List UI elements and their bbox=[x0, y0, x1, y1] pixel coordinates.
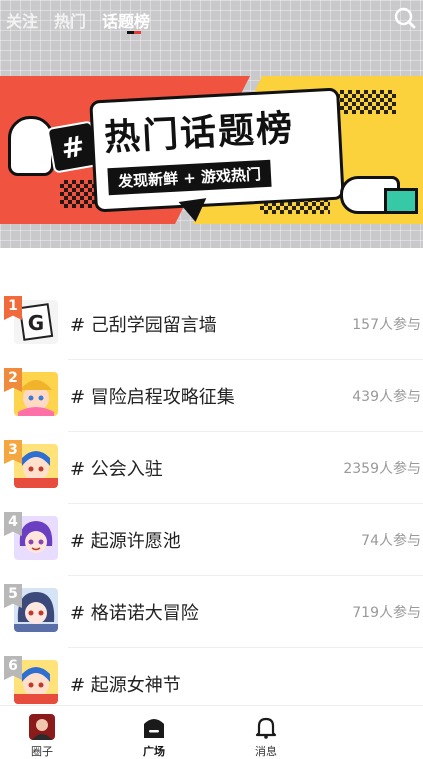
nav-item-circle[interactable]: 圈子 bbox=[12, 714, 72, 759]
tab-hot[interactable]: 热门 bbox=[54, 8, 86, 32]
topic-name: # 公会入驻 bbox=[70, 459, 163, 480]
nav-label: 广场 bbox=[143, 745, 165, 758]
hot-topics-poster: # 热门话题榜 发现新鲜 + 游戏热门 bbox=[0, 76, 423, 224]
nav-item-plaza[interactable]: 广场 bbox=[124, 714, 184, 759]
topic-name: # 起源女神节 bbox=[70, 675, 181, 696]
svg-text:G: G bbox=[28, 311, 44, 335]
rank-badge: 6 bbox=[4, 656, 22, 680]
tab-topic-ranking[interactable]: 话题榜 bbox=[102, 8, 150, 32]
rank-badge: 1 bbox=[4, 296, 22, 320]
topic-participant-count: 439人参与 bbox=[352, 389, 421, 405]
checker-pattern bbox=[336, 90, 396, 114]
rank-badge: 3 bbox=[4, 440, 22, 464]
nav-label: 消息 bbox=[255, 745, 277, 758]
bell-icon bbox=[253, 714, 279, 740]
poster-title: 热门话题榜 bbox=[103, 108, 296, 159]
topic-name: # 起源许愿池 bbox=[70, 531, 181, 552]
topic-row[interactable]: 2 # 冒险启程攻略征集 439人参与 bbox=[0, 360, 423, 432]
topic-name: # 冒险启程攻略征集 bbox=[70, 387, 235, 408]
nav-item-messages[interactable]: 消息 bbox=[236, 714, 296, 759]
nav-label: 圈子 bbox=[31, 745, 53, 758]
topic-row[interactable]: 4 # 起源许愿池 74人参与 bbox=[0, 504, 423, 576]
tab-follow[interactable]: 关注 bbox=[6, 8, 38, 32]
speech-bubble-tail bbox=[178, 198, 210, 224]
topic-participant-count: 157人参与 bbox=[352, 317, 421, 333]
topic-participant-count: 719人参与 bbox=[352, 605, 421, 621]
rank-badge: 4 bbox=[4, 512, 22, 536]
rank-badge: 5 bbox=[4, 584, 22, 608]
topic-banner: 关注 热门 话题榜 # 热门话题榜 发现新鲜 + 游戏热门 bbox=[0, 0, 423, 248]
wristband-icon bbox=[384, 188, 418, 214]
topic-row[interactable]: 3 # 公会入驻 2359人参与 bbox=[0, 432, 423, 504]
topic-row[interactable]: 1 G # 己刮学园留言墙 157人参与 bbox=[0, 288, 423, 360]
plaza-icon bbox=[141, 714, 167, 740]
ok-hand-icon bbox=[8, 116, 54, 176]
topic-name: # 己刮学园留言墙 bbox=[70, 315, 217, 336]
rank-badge: 2 bbox=[4, 368, 22, 392]
topic-row[interactable]: 5 # 格诺诺大冒险 719人参与 bbox=[0, 576, 423, 648]
topic-participant-count: 2359人参与 bbox=[343, 461, 421, 477]
topic-list: 1 G # 己刮学园留言墙 157人参与 2 # 冒险启程攻略征集 439人参与… bbox=[0, 288, 423, 720]
top-tabs: 关注 热门 话题榜 bbox=[6, 6, 150, 34]
circle-avatar-icon bbox=[29, 714, 55, 740]
topic-participant-count: 74人参与 bbox=[361, 533, 421, 549]
active-tab-indicator bbox=[127, 31, 141, 34]
bottom-navigation: 圈子 广场 消息 bbox=[0, 705, 423, 759]
search-icon[interactable] bbox=[393, 6, 417, 30]
topic-name: # 格诺诺大冒险 bbox=[70, 603, 199, 624]
